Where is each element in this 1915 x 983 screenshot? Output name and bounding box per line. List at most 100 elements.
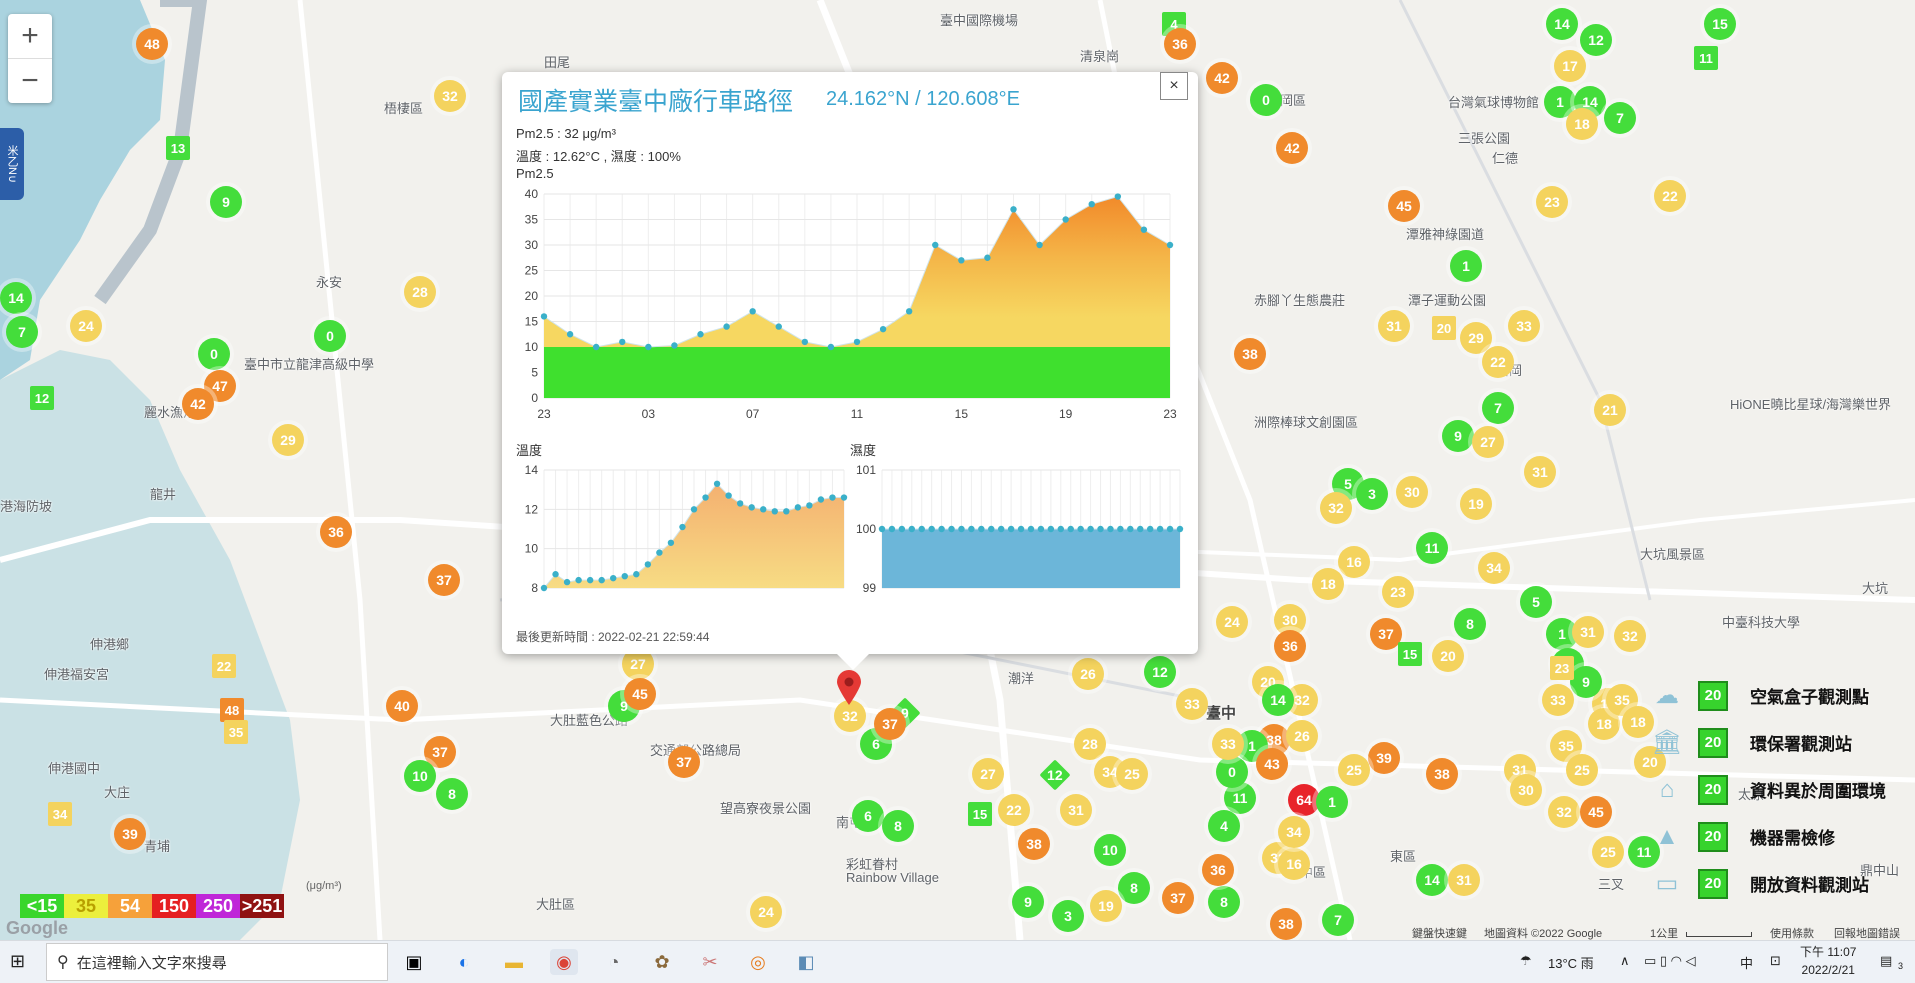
sensor-marker[interactable]: 24 (750, 896, 782, 928)
sensor-marker[interactable]: 26 (1072, 658, 1104, 690)
sensor-marker[interactable]: 36 (1164, 28, 1196, 60)
sensor-marker[interactable]: 15 (1398, 642, 1422, 666)
sensor-marker[interactable]: 10 (404, 760, 436, 792)
sensor-marker[interactable]: 8 (1118, 872, 1150, 904)
sensor-marker[interactable]: 4 (1208, 810, 1240, 842)
taskbar-search-box[interactable]: ⚲ 在這裡輸入文字來搜尋 (46, 943, 388, 981)
sensor-marker[interactable]: 39 (114, 818, 146, 850)
sensor-marker[interactable]: 48 (136, 28, 168, 60)
sensor-marker[interactable]: 14 (0, 282, 32, 314)
sensor-marker[interactable]: 25 (1338, 754, 1370, 786)
sensor-marker[interactable]: 42 (1276, 132, 1308, 164)
sensor-marker[interactable]: 5 (1520, 586, 1552, 618)
sensor-marker[interactable]: 19 (1090, 890, 1122, 922)
sensor-marker[interactable]: 33 (1176, 688, 1208, 720)
sensor-marker[interactable]: 38 (1270, 908, 1302, 940)
tray-icons[interactable]: ▭ ▯ ◠ ◁ (1644, 953, 1696, 969)
sensor-marker[interactable]: 38 (1018, 828, 1050, 860)
report-error-link[interactable]: 回報地圖錯誤 (1834, 925, 1900, 940)
sensor-marker[interactable]: 32 (434, 80, 466, 112)
sensor-marker[interactable]: 31 (1524, 456, 1556, 488)
ime-indicator[interactable]: 中 (1740, 953, 1753, 972)
zoom-in-button[interactable]: + (8, 14, 52, 58)
sensor-marker[interactable]: 3 (1356, 478, 1388, 510)
sensor-marker[interactable]: 34 (1278, 816, 1310, 848)
sensor-marker[interactable]: 0 (1250, 84, 1282, 116)
windows-start-icon[interactable]: ⊞ (10, 951, 25, 972)
sensor-marker[interactable]: 22 (212, 654, 236, 678)
sensor-marker[interactable]: 20 (1432, 640, 1464, 672)
map-canvas[interactable]: 臺中國際機場 清泉崗 田尾 梧棲區 神岡區 台灣氣球博物館 三張公園 仁德 潭雅神綠園道 潭子運動… (0, 0, 1915, 940)
sensor-marker[interactable]: 24 (70, 310, 102, 342)
side-panel-tab[interactable]: 米乙N∪ (0, 128, 24, 200)
sensor-marker[interactable]: 7 (1604, 102, 1636, 134)
sensor-marker[interactable]: 38 (1426, 758, 1458, 790)
sensor-marker[interactable]: 36 (1274, 630, 1306, 662)
sensor-marker[interactable]: 11 (1416, 532, 1448, 564)
sensor-marker[interactable]: 31 (1572, 616, 1604, 648)
sensor-marker[interactable]: 34 (48, 802, 72, 826)
weather-icon[interactable]: ☂ (1520, 953, 1532, 969)
notification-icon[interactable]: ▤ (1880, 953, 1892, 969)
sensor-marker[interactable]: 9 (1012, 886, 1044, 918)
sensor-marker[interactable]: 23 (1536, 186, 1568, 218)
sensor-marker[interactable]: 8 (1208, 886, 1240, 918)
location-pin-icon[interactable] (836, 670, 862, 706)
sensor-marker[interactable]: 0 (1216, 756, 1248, 788)
sensor-marker[interactable]: 12 (30, 386, 54, 410)
sensor-marker[interactable]: 7 (1482, 392, 1514, 424)
task-view-icon[interactable]: ▣ (400, 949, 428, 975)
sensor-marker[interactable]: 34 (1478, 552, 1510, 584)
sensor-marker[interactable]: 8 (1454, 608, 1486, 640)
sensor-marker[interactable]: 14 (1546, 8, 1578, 40)
sensor-marker[interactable]: 22 (1482, 346, 1514, 378)
app-icon-blender[interactable]: ◎ (744, 949, 772, 975)
sensor-marker[interactable]: 22 (1654, 180, 1686, 212)
zoom-out-button[interactable]: − (8, 58, 52, 103)
sensor-marker[interactable]: 45 (1388, 190, 1420, 222)
sensor-marker[interactable]: 11 (1694, 46, 1718, 70)
edge-browser-icon[interactable]: ◐ (450, 949, 478, 975)
sensor-marker[interactable]: 23 (1550, 656, 1574, 680)
sensor-marker[interactable]: 1 (1450, 250, 1482, 282)
keyboard-shortcuts-link[interactable]: 鍵盤快速鍵 (1412, 925, 1467, 940)
sensor-marker[interactable]: 27 (1472, 426, 1504, 458)
sensor-marker[interactable]: 14 (1262, 684, 1294, 716)
sensor-marker[interactable]: 12 (1144, 656, 1176, 688)
sensor-marker[interactable]: 30 (1396, 476, 1428, 508)
sensor-marker[interactable]: 31 (1060, 794, 1092, 826)
sensor-marker[interactable]: 25 (1592, 836, 1624, 868)
sensor-marker[interactable]: 37 (668, 746, 700, 778)
sensor-marker[interactable]: 3 (1052, 900, 1084, 932)
sensor-marker[interactable]: 6 (852, 800, 884, 832)
sensor-marker[interactable]: 21 (1594, 394, 1626, 426)
sensor-marker[interactable]: 9 (210, 186, 242, 218)
chrome-browser-icon[interactable]: ◉ (550, 949, 578, 975)
sensor-marker[interactable]: 32 (1614, 620, 1646, 652)
sensor-marker[interactable]: 39 (1368, 742, 1400, 774)
sensor-marker[interactable]: 8 (882, 810, 914, 842)
app-icon-compass[interactable]: ◔ (600, 949, 628, 975)
sensor-marker[interactable]: 45 (1580, 796, 1612, 828)
sensor-marker[interactable]: 37 (1162, 882, 1194, 914)
sensor-marker[interactable]: 37 (874, 708, 906, 740)
sensor-marker[interactable]: 43 (1256, 748, 1288, 780)
sensor-marker[interactable]: 36 (320, 516, 352, 548)
sensor-marker[interactable]: 13 (166, 136, 190, 160)
sensor-marker[interactable]: 33 (1508, 310, 1540, 342)
app-icon-device[interactable]: ◧ (792, 949, 820, 975)
sensor-marker[interactable]: 36 (1202, 854, 1234, 886)
sensor-marker[interactable]: 45 (624, 678, 656, 710)
sensor-marker[interactable]: 27 (972, 758, 1004, 790)
sensor-marker[interactable]: 22 (998, 794, 1030, 826)
sensor-marker[interactable]: 31 (1448, 864, 1480, 896)
sensor-marker[interactable]: 18 (1566, 108, 1598, 140)
sensor-marker[interactable]: 29 (272, 424, 304, 456)
sensor-marker[interactable]: 10 (1094, 834, 1126, 866)
sensor-marker[interactable]: 15 (968, 802, 992, 826)
sensor-marker[interactable]: 9 (1442, 420, 1474, 452)
tray-chevron-icon[interactable]: ∧ (1620, 953, 1630, 969)
sensor-marker[interactable]: 23 (1382, 576, 1414, 608)
sensor-marker[interactable]: 15 (1704, 8, 1736, 40)
sensor-marker[interactable]: 8 (436, 778, 468, 810)
